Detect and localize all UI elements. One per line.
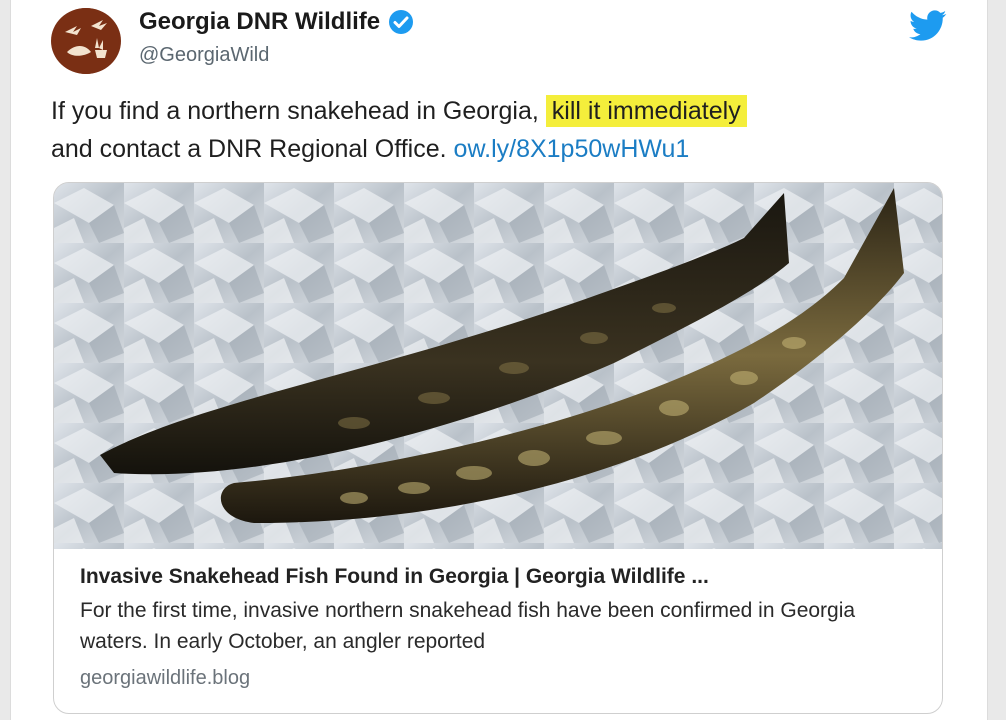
tweet-text: If you find a northern snakehead in Geor… [51, 92, 951, 168]
snakehead-fish-photo[interactable] [54, 183, 942, 549]
card-domain: georgiawildlife.blog [80, 667, 251, 689]
account-display-name[interactable]: Georgia DNR Wildlife [139, 8, 414, 36]
tweet-container: Georgia DNR Wildlife @GeorgiaWild If you… [10, 0, 988, 720]
card-title[interactable]: Invasive Snakehead Fish Found in Georgia… [80, 565, 920, 589]
display-name-text: Georgia DNR Wildlife [139, 8, 381, 35]
wildlife-logo-icon [53, 8, 119, 74]
link-preview-card[interactable]: Invasive Snakehead Fish Found in Georgia… [53, 182, 943, 714]
card-text-block: Invasive Snakehead Fish Found in Georgia… [80, 565, 920, 690]
tweet-text-before: If you find a northern snakehead in Geor… [51, 97, 539, 125]
tweet-text-after: and contact a DNR Regional Office. [51, 135, 447, 163]
fish-on-ice-illustration [54, 183, 942, 549]
tweet-link[interactable]: ow.ly/8X1p50wHWu1 [454, 135, 690, 163]
avatar[interactable] [51, 8, 121, 74]
verified-badge-icon [389, 10, 414, 34]
account-handle[interactable]: @GeorgiaWild [139, 44, 269, 67]
twitter-bird-icon[interactable] [909, 10, 947, 42]
card-description: For the first time, invasive northern sn… [80, 599, 856, 653]
tweet-text-highlight: kill it immediately [545, 95, 747, 127]
